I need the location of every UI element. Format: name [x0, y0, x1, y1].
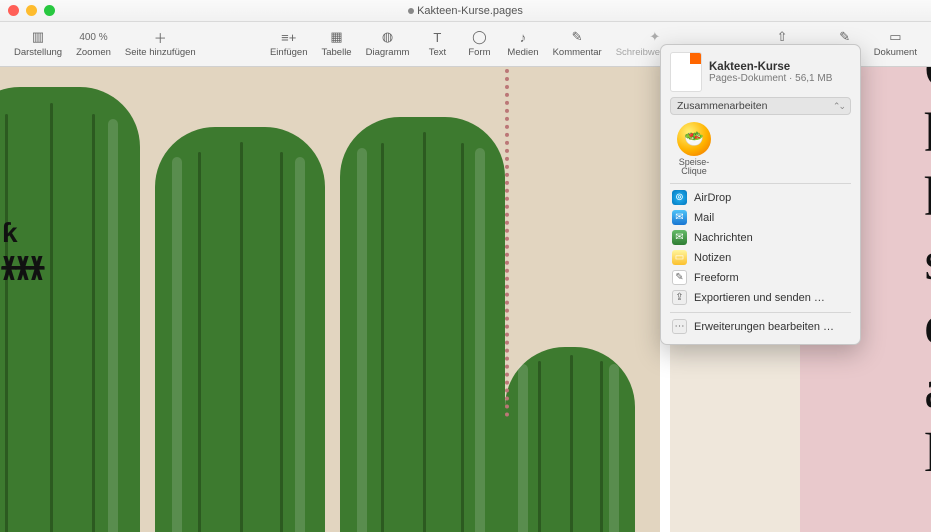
collaborate-dropdown[interactable]: Zusammenarbeiten ⌃⌄: [670, 97, 851, 115]
minimize-window-button[interactable]: [26, 5, 37, 16]
shape-label: Form: [468, 47, 490, 58]
traffic-lights: [8, 5, 55, 16]
view-label: Darstellung: [14, 47, 62, 58]
share-contact[interactable]: 🥗 Speise- Clique: [670, 122, 718, 177]
share-option-notes[interactable]: ▭ Notizen: [670, 248, 851, 268]
cactus-illustration: [0, 87, 140, 532]
mail-icon: ✉: [672, 210, 687, 225]
share-option-label: Erweiterungen bearbeiten …: [694, 321, 834, 333]
insert-button[interactable]: ≡+Einfügen: [264, 26, 314, 60]
shape-button[interactable]: ◯Form: [459, 26, 499, 60]
add-page-button[interactable]: ＋Seite hinzufügen: [119, 26, 202, 60]
share-file-title: Kakteen-Kurse: [709, 61, 832, 73]
page-left: ƙ ᚕᚕᚕ: [0, 67, 660, 532]
selection-guide: [505, 67, 509, 417]
share-option-label: Mail: [694, 212, 714, 224]
zoom-label: Zoomen: [76, 47, 111, 58]
insert-icon: ≡+: [281, 28, 296, 46]
chart-icon: ◍: [382, 28, 393, 46]
zoom-button[interactable]: 400 %Zoomen: [70, 26, 117, 60]
chevron-updown-icon: ⌃⌄: [833, 101, 844, 112]
insert-label: Einfügen: [270, 47, 308, 58]
table-icon: ▦: [330, 28, 342, 46]
table-button[interactable]: ▦Tabelle: [315, 26, 357, 60]
cactus-illustration: [155, 127, 325, 532]
chart-label: Diagramm: [366, 47, 410, 58]
comment-label: Kommentar: [553, 47, 602, 58]
share-option-label: Exportieren und senden …: [694, 292, 825, 304]
freeform-icon: ✎: [672, 270, 687, 285]
notes-icon: ▭: [672, 250, 687, 265]
media-label: Medien: [507, 47, 538, 58]
file-icon: [670, 52, 702, 92]
add-page-label: Seite hinzufügen: [125, 47, 196, 58]
media-button[interactable]: ♪Medien: [501, 26, 544, 60]
share-option-label: AirDrop: [694, 192, 731, 204]
shape-icon: ◯: [472, 28, 487, 46]
add-page-icon: ＋: [154, 28, 167, 46]
page-right-text: C h h s d a le: [924, 67, 931, 485]
writing-tools-icon: ✦: [649, 28, 660, 46]
contact-name-label: Speise- Clique: [679, 158, 710, 177]
airdrop-icon: ⊚: [672, 190, 687, 205]
table-label: Tabelle: [321, 47, 351, 58]
document-icon: ▭: [889, 28, 901, 46]
close-window-button[interactable]: [8, 5, 19, 16]
collaborate-label: Zusammenarbeiten: [677, 100, 767, 112]
share-option-extensions[interactable]: ⋯ Erweiterungen bearbeiten …: [670, 317, 851, 337]
text-icon: T: [433, 28, 441, 46]
share-popover: Kakteen-Kurse Pages-Dokument · 56,1 MB Z…: [660, 44, 861, 345]
share-option-messages[interactable]: ✉ Nachrichten: [670, 228, 851, 248]
share-option-airdrop[interactable]: ⊚ AirDrop: [670, 188, 851, 208]
share-option-label: Freeform: [694, 272, 739, 284]
cactus-illustration: [340, 117, 505, 532]
maximize-window-button[interactable]: [44, 5, 55, 16]
handwritten-annotation: ƙ ᚕᚕᚕ: [2, 217, 44, 284]
share-option-mail[interactable]: ✉ Mail: [670, 208, 851, 228]
document-title: Kakteen-Kurse.pages: [0, 5, 931, 17]
chart-button[interactable]: ◍Diagramm: [360, 26, 416, 60]
text-button[interactable]: TText: [417, 26, 457, 60]
view-button[interactable]: ▥Darstellung: [8, 26, 68, 60]
zoom-level-label: 400 %: [79, 28, 107, 46]
extensions-icon: ⋯: [672, 319, 687, 334]
view-icon: ▥: [32, 28, 44, 46]
comment-icon: ✎: [572, 28, 583, 46]
share-file-subtitle: Pages-Dokument · 56,1 MB: [709, 73, 832, 84]
export-icon: ⇪: [672, 290, 687, 305]
share-option-label: Nachrichten: [694, 232, 753, 244]
document-label: Dokument: [874, 47, 917, 58]
cactus-illustration: [505, 347, 635, 532]
document-button[interactable]: ▭Dokument: [868, 26, 923, 60]
share-option-export[interactable]: ⇪ Exportieren und senden …: [670, 288, 851, 308]
document-name-label: Kakteen-Kurse.pages: [417, 5, 523, 17]
modified-indicator-icon: [408, 8, 414, 14]
share-option-freeform[interactable]: ✎ Freeform: [670, 268, 851, 288]
contact-avatar-icon: 🥗: [677, 122, 711, 156]
text-label: Text: [429, 47, 446, 58]
messages-icon: ✉: [672, 230, 687, 245]
share-option-label: Notizen: [694, 252, 731, 264]
window-titlebar: Kakteen-Kurse.pages: [0, 0, 931, 22]
media-icon: ♪: [520, 28, 527, 46]
comment-button[interactable]: ✎Kommentar: [547, 26, 608, 60]
